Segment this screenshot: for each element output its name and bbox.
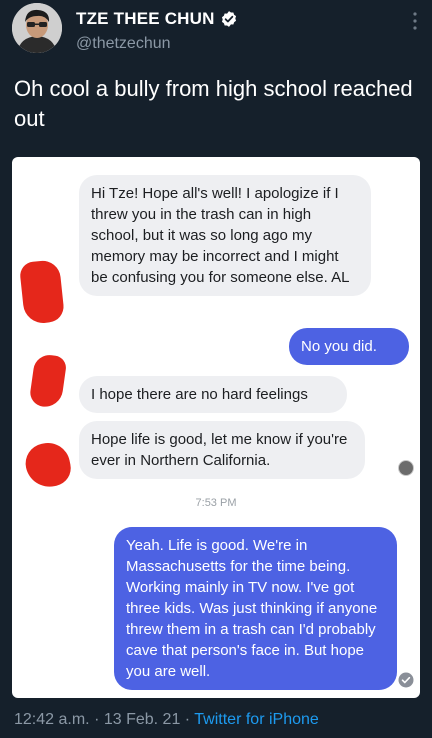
tweet-time[interactable]: 12:42 a.m. [14,711,90,728]
check-circle-icon [398,672,414,688]
received-message: Hi Tze! Hope all's well! I apologize if … [79,175,371,296]
tweet-text: Oh cool a bully from high school reached… [14,76,413,131]
meta-separator: · [94,711,100,728]
message-timestamp: 7:53 PM [195,497,237,509]
meta-separator: · [184,711,191,728]
tweet-meta: 12:42 a.m. · 13 Feb. 21 · Twitter for iP… [14,711,319,729]
avatar-image [12,3,62,53]
redacted-avatar [18,259,66,325]
sent-message: Yeah. Life is good. We're in Massachuset… [114,527,397,690]
tweet-header: TZE THEE CHUN @thetzechun [0,0,432,62]
tweet-source[interactable]: Twitter for iPhone [194,711,319,728]
display-name[interactable]: TZE THEE CHUN [76,9,215,29]
received-message: Hope life is good, let me know if you're… [79,421,365,479]
tweet-date[interactable]: 13 Feb. 21 [104,711,181,728]
sent-message: No you did. [289,328,409,365]
avatar[interactable] [12,3,62,53]
redacted-avatar [21,438,75,492]
redacted-avatar [28,353,68,409]
seen-avatar [398,460,414,476]
more-vertical-icon[interactable] [412,10,418,32]
verified-badge-icon [221,11,236,27]
attached-screenshot[interactable]: Hi Tze! Hope all's well! I apologize if … [12,157,420,698]
handle[interactable]: @thetzechun [76,35,171,53]
received-message: I hope there are no hard feelings [79,376,347,413]
